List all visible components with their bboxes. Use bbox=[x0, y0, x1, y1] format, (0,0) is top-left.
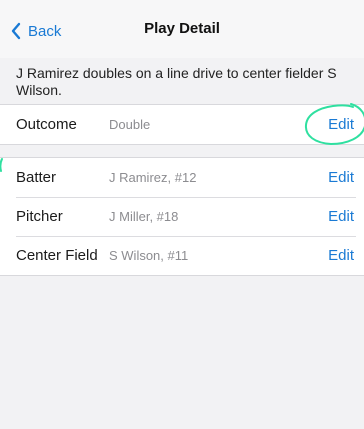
center-field-label: Center Field bbox=[16, 247, 98, 264]
page-title: Play Detail bbox=[144, 20, 220, 37]
batter-label: Batter bbox=[16, 169, 57, 186]
batter-row: Batter J Ramirez, #12 Edit bbox=[0, 158, 364, 197]
navigation-bar: Back Play Detail bbox=[0, 0, 364, 58]
outcome-row: Outcome Double Edit bbox=[0, 105, 364, 144]
batter-value: J Ramirez, #12 bbox=[109, 170, 197, 185]
pitcher-value: J Miller, #18 bbox=[109, 209, 179, 224]
pitcher-row: Pitcher J Miller, #18 Edit bbox=[0, 197, 364, 236]
pitcher-label: Pitcher bbox=[16, 208, 63, 225]
edit-pitcher-button[interactable]: Edit bbox=[328, 208, 354, 225]
edit-center-field-button[interactable]: Edit bbox=[328, 247, 354, 264]
outcome-group: Outcome Double Edit bbox=[0, 104, 364, 145]
outcome-value: Double bbox=[109, 117, 151, 132]
edit-batter-button[interactable]: Edit bbox=[328, 169, 354, 186]
play-description: J Ramirez doubles on a line drive to cen… bbox=[0, 58, 364, 104]
players-group: Batter J Ramirez, #12 Edit Pitcher J Mil… bbox=[0, 157, 364, 276]
center-field-value: S Wilson, #11 bbox=[109, 248, 189, 263]
outcome-label: Outcome bbox=[16, 116, 77, 133]
edit-outcome-button[interactable]: Edit bbox=[328, 116, 354, 133]
center-field-row: Center Field S Wilson, #11 Edit bbox=[0, 236, 364, 275]
